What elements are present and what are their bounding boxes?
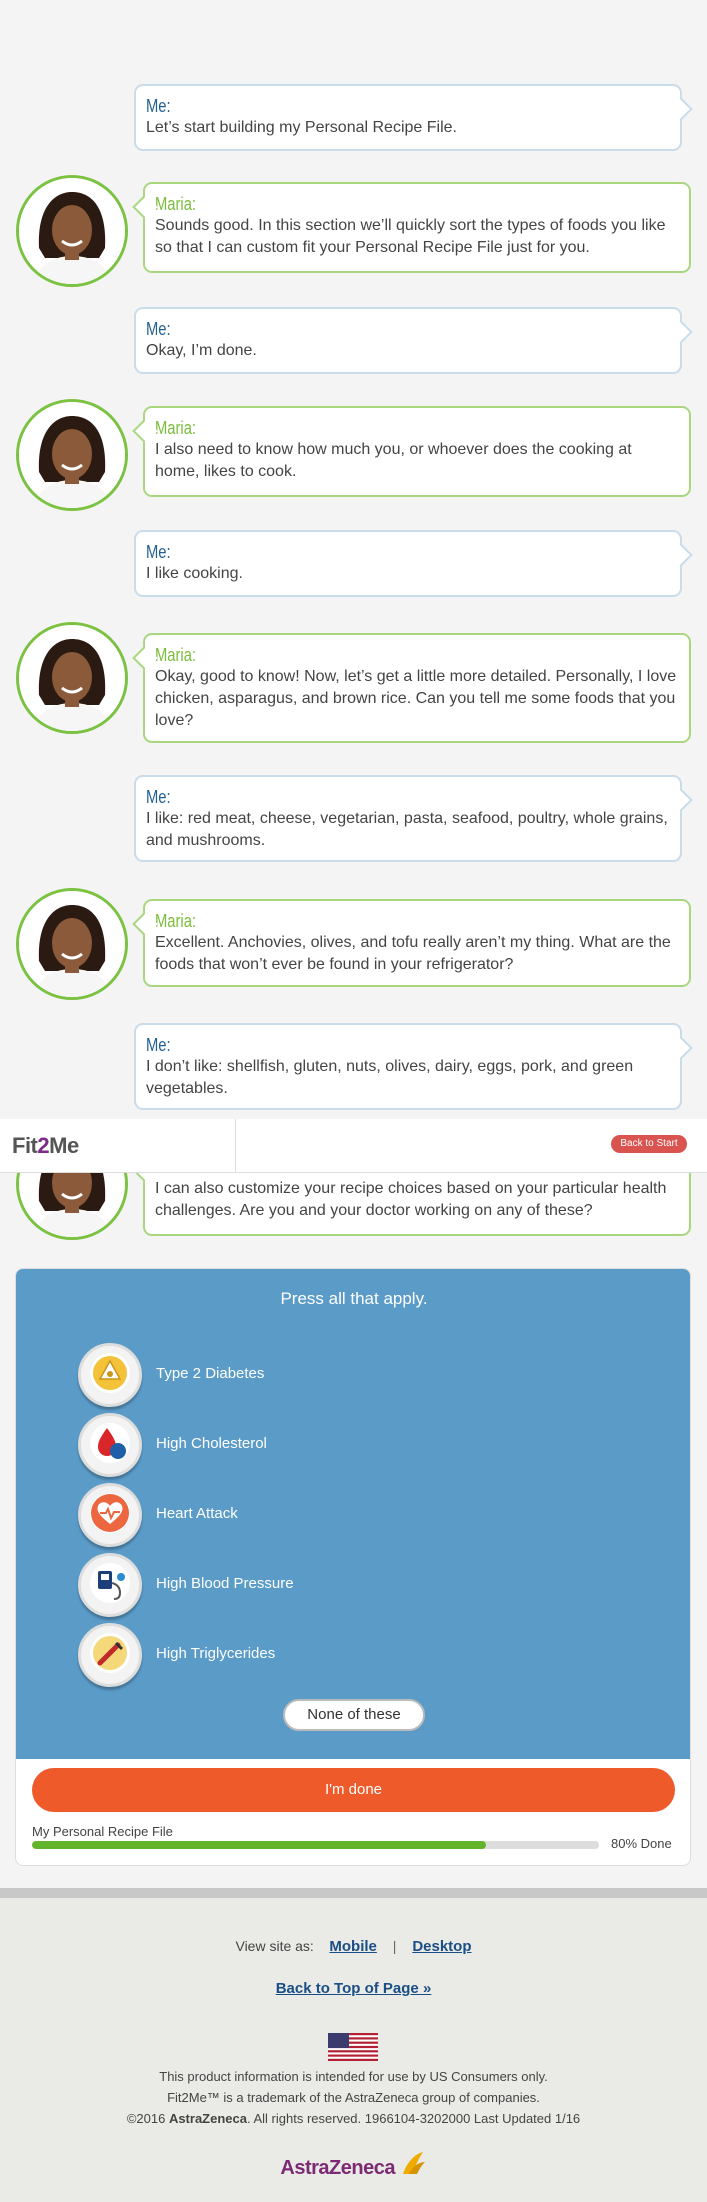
progress-fill: [32, 1841, 486, 1849]
astrazeneca-logo[interactable]: AstraZeneca: [0, 2148, 707, 2180]
option-button[interactable]: [78, 1553, 142, 1617]
speaker-label: Maria:: [155, 645, 197, 665]
us-flag-icon: [328, 2033, 378, 2061]
option-heart-attack[interactable]: Heart Attack: [78, 1483, 578, 1547]
progress-percent: 80% Done: [611, 1836, 672, 1851]
message-text: I can also customize your recipe choices…: [155, 1180, 667, 1219]
copyright-brand: AstraZeneca: [168, 2111, 247, 2126]
us-consumers-notice: This product information is intended for…: [159, 2069, 548, 2084]
maria-avatar: [16, 622, 128, 734]
option-label: Type 2 Diabetes: [156, 1365, 265, 1382]
astrazeneca-symbol-icon: [402, 2152, 425, 2174]
chat-bubble-me: Me: I don’t like: shellfish, gluten, nut…: [134, 1023, 682, 1110]
option-button[interactable]: [78, 1413, 142, 1477]
header-divider: [235, 1119, 236, 1173]
health-challenges-panel: Press all that apply. Type 2 Diabetes Hi…: [15, 1268, 691, 1866]
option-type-2-diabetes[interactable]: Type 2 Diabetes: [78, 1343, 578, 1407]
message-text: Excellent. Anchovies, olives, and tofu r…: [155, 934, 671, 973]
trademark-notice: Fit2Me™ is a trademark of the AstraZenec…: [167, 2090, 540, 2105]
heart-attack-icon: [90, 1493, 130, 1533]
maria-portrait-icon: [19, 625, 125, 731]
footer-rule: [0, 1888, 707, 1898]
message-text: Let’s start building my Personal Recipe …: [146, 119, 457, 136]
astrazeneca-wordmark: AstraZeneca: [280, 2157, 395, 2179]
message-text: I like: red meat, cheese, vegetarian, pa…: [146, 810, 668, 849]
legal-text: This product information is intended for…: [0, 2066, 707, 2129]
logo-two: 2: [37, 1133, 50, 1158]
message-text: I like cooking.: [146, 565, 243, 582]
speaker-label: Maria:: [155, 418, 197, 438]
message-text: I don’t like: shellfish, gluten, nuts, o…: [146, 1058, 634, 1097]
link-separator: |: [392, 1938, 397, 1954]
chat-bubble-me: Me: Let’s start building my Personal Rec…: [134, 84, 682, 151]
desktop-link[interactable]: Desktop: [412, 1938, 471, 1955]
press-all-prompt: Press all that apply.: [280, 1289, 428, 1308]
copyright-notice: ©2016 AstraZeneca. All rights reserved. …: [0, 2108, 707, 2129]
speaker-label: Me:: [146, 96, 171, 116]
logo-fit: Fit: [12, 1133, 38, 1158]
maria-avatar: [16, 888, 128, 1000]
health-options-area: Press all that apply. Type 2 Diabetes Hi…: [16, 1269, 690, 1759]
chat-bubble-me: Me: I like: red meat, cheese, vegetarian…: [134, 775, 682, 862]
option-high-triglycerides[interactable]: High Triglycerides: [78, 1623, 578, 1687]
option-button[interactable]: [78, 1483, 142, 1547]
view-site-label: View site as:: [235, 1938, 314, 1954]
triglycerides-icon: [90, 1633, 130, 1673]
message-text: Sounds good. In this section we’ll quick…: [155, 217, 666, 256]
maria-portrait-icon: [19, 891, 125, 997]
cholesterol-icon: [90, 1423, 130, 1463]
speaker-label: Me:: [146, 787, 171, 807]
chat-bubble-maria: Maria: Excellent. Anchovies, olives, and…: [143, 899, 691, 987]
sticky-header: Fit2Me Back to Start: [0, 1119, 707, 1173]
logo-me: Me: [49, 1133, 79, 1158]
blood-pressure-icon: [90, 1563, 130, 1603]
chat-bubble-maria: Maria: Okay, good to know! Now, let’s ge…: [143, 633, 691, 743]
option-high-blood-pressure[interactable]: High Blood Pressure: [78, 1553, 578, 1617]
speaker-label: Me:: [146, 1035, 171, 1055]
speaker-label: Maria:: [155, 911, 197, 931]
copyright-suffix: . All rights reserved. 1966104-3202000 L…: [246, 2111, 581, 2126]
option-label: Heart Attack: [156, 1505, 238, 1522]
maria-avatar: [16, 175, 128, 287]
speaker-label: Me:: [146, 319, 171, 339]
none-of-these-button[interactable]: None of these: [283, 1699, 425, 1731]
back-to-start-button[interactable]: Back to Start: [611, 1135, 687, 1153]
speaker-label: Maria:: [155, 194, 197, 214]
option-high-cholesterol[interactable]: High Cholesterol: [78, 1413, 578, 1477]
footer: View site as: Mobile | Desktop Back to T…: [0, 1898, 707, 2202]
view-site-as: View site as: Mobile | Desktop: [0, 1938, 707, 1955]
maria-portrait-icon: [19, 178, 125, 284]
option-label: High Blood Pressure: [156, 1575, 294, 1592]
message-text: Okay, good to know! Now, let’s get a lit…: [155, 668, 677, 729]
speaker-label: Me:: [146, 542, 171, 562]
chat-bubble-me: Me: I like cooking.: [134, 530, 682, 597]
copyright-prefix: ©2016: [126, 2111, 169, 2126]
mobile-link[interactable]: Mobile: [329, 1938, 377, 1955]
chat-bubble-me: Me: Okay, I’m done.: [134, 307, 682, 374]
im-done-button[interactable]: I'm done: [32, 1768, 675, 1812]
chat-bubble-maria: Maria: Sounds good. In this section we’l…: [143, 182, 691, 273]
maria-portrait-icon: [19, 402, 125, 508]
message-text: I also need to know how much you, or who…: [155, 441, 632, 480]
option-label: High Triglycerides: [156, 1645, 276, 1662]
maria-avatar: [16, 399, 128, 511]
chat-bubble-maria: Maria: I also need to know how much you,…: [143, 406, 691, 497]
option-label: High Cholesterol: [156, 1435, 267, 1452]
option-button[interactable]: [78, 1343, 142, 1407]
back-to-top-link[interactable]: Back to Top of Page »: [0, 1980, 707, 1997]
progress-bar: [32, 1841, 599, 1849]
diabetes-icon: [90, 1353, 130, 1393]
message-text: Okay, I’m done.: [146, 342, 257, 359]
progress-label: My Personal Recipe File: [32, 1824, 173, 1839]
option-button[interactable]: [78, 1623, 142, 1687]
fit2me-logo[interactable]: Fit2Me: [12, 1133, 79, 1159]
